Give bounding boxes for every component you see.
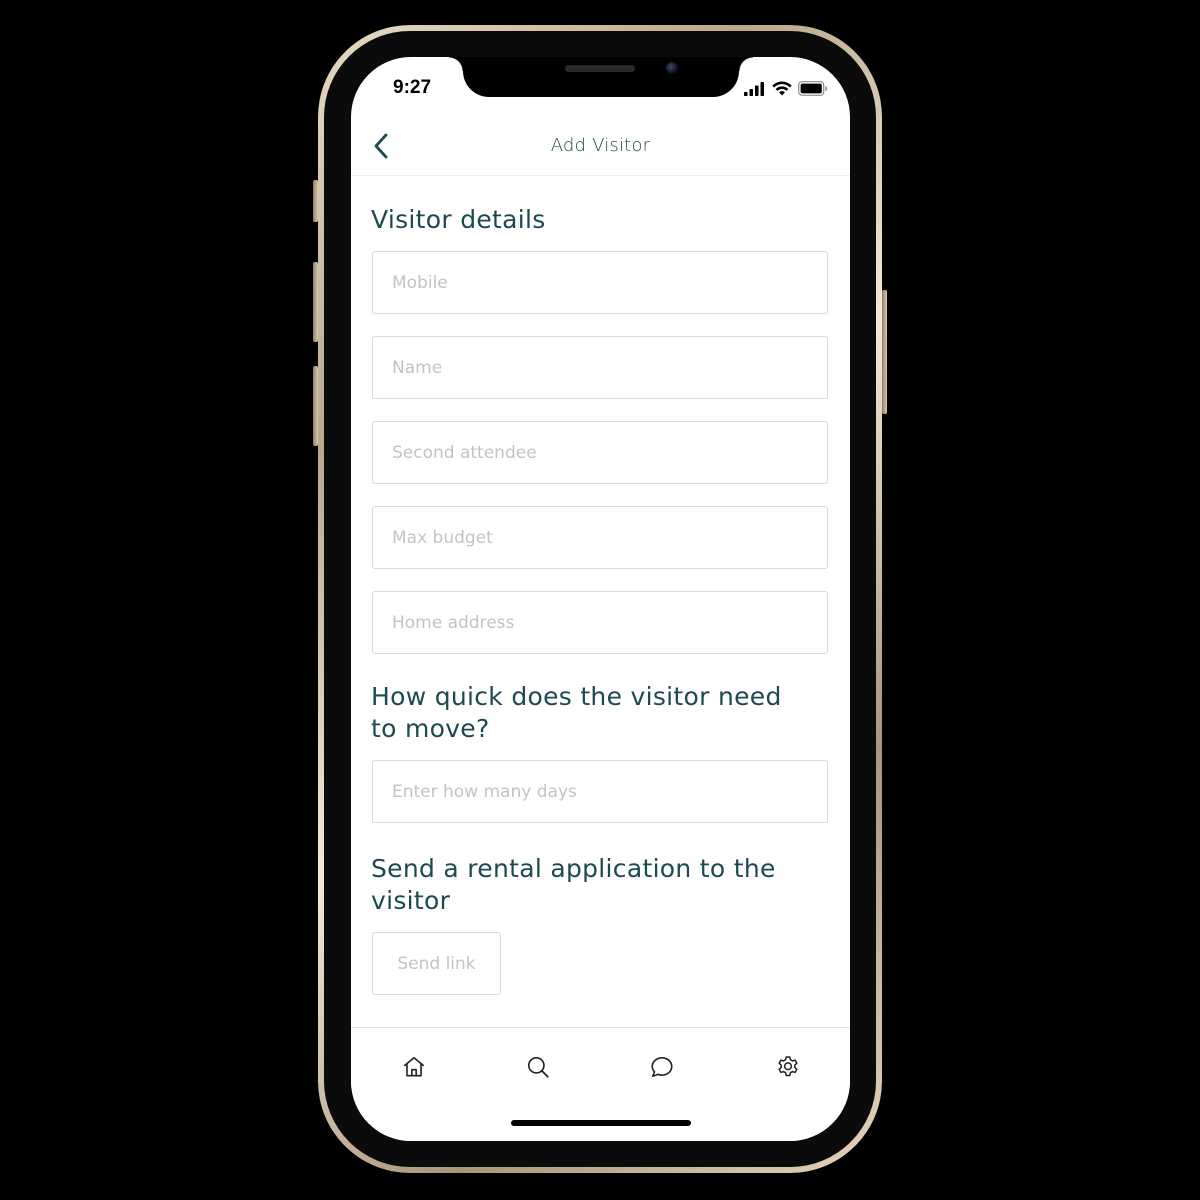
page-title: Add Visitor — [550, 135, 651, 156]
rental-application-heading-line2: visitor — [371, 886, 451, 915]
move-timing-heading-line1: How quick does the visitor need — [371, 682, 782, 711]
power-button — [882, 290, 887, 414]
days-input[interactable] — [373, 761, 827, 822]
tab-settings[interactable] — [775, 1054, 801, 1080]
screen: 9:27 Add Visitor Visitor details Mobile … — [351, 57, 850, 1141]
signal-icon — [744, 81, 764, 96]
name-field[interactable] — [372, 336, 828, 399]
mobile-input[interactable] — [373, 252, 827, 313]
status-icons — [744, 81, 828, 96]
tab-messages[interactable] — [649, 1054, 675, 1080]
search-icon — [527, 1056, 549, 1078]
second-attendee-input[interactable] — [373, 422, 827, 483]
name-input[interactable] — [373, 337, 827, 398]
mobile-field[interactable] — [372, 251, 828, 314]
home-address-field[interactable] — [372, 591, 828, 654]
home-icon — [403, 1056, 425, 1077]
max-budget-field[interactable] — [372, 506, 828, 569]
move-timing-heading: How quick does the visitor need to move? — [371, 681, 782, 745]
notch — [449, 57, 753, 97]
volume-up-button — [313, 262, 318, 342]
visitor-details-heading: Visitor details — [371, 205, 546, 234]
tab-search[interactable] — [525, 1054, 551, 1080]
max-budget-input[interactable] — [373, 507, 827, 568]
front-camera — [666, 62, 678, 74]
stage: 9:27 Add Visitor Visitor details Mobile … — [0, 0, 1200, 1200]
move-timing-heading-line2: to move? — [371, 714, 490, 743]
second-attendee-field[interactable] — [372, 421, 828, 484]
status-time: 9:27 — [393, 77, 432, 98]
home-address-input[interactable] — [373, 592, 827, 653]
speaker-grille — [565, 65, 635, 72]
rental-application-heading-line1: Send a rental application to the — [371, 854, 776, 883]
tab-home[interactable] — [401, 1054, 427, 1080]
nav-header: Add Visitor — [351, 123, 850, 176]
send-link-button[interactable]: Send link — [372, 932, 501, 995]
battery-icon — [798, 81, 827, 96]
volume-down-button — [313, 366, 318, 446]
home-indicator[interactable] — [511, 1120, 691, 1126]
days-field[interactable] — [372, 760, 828, 823]
mute-switch — [313, 180, 318, 222]
chat-bubble-icon — [651, 1056, 673, 1078]
wifi-icon — [772, 81, 792, 96]
rental-application-heading: Send a rental application to the visitor — [371, 853, 776, 917]
gear-icon — [778, 1056, 798, 1077]
